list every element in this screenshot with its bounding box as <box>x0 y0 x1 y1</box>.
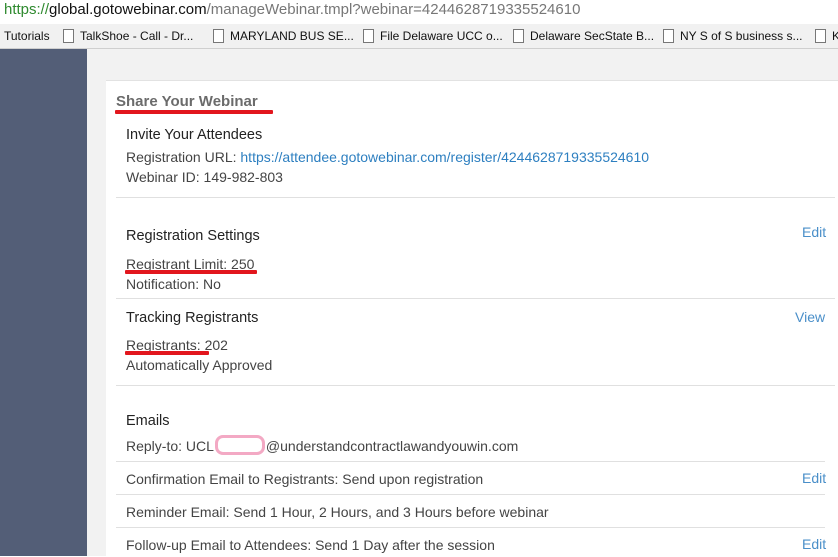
emails-heading: Emails <box>126 413 170 429</box>
registration-settings-edit-link[interactable]: Edit <box>802 224 826 240</box>
page-title: Share Your Webinar <box>116 93 258 110</box>
red-underline-annotation <box>125 351 209 355</box>
registration-url-link[interactable]: https://attendee.gotowebinar.com/registe… <box>240 149 649 165</box>
followup-email-edit-link[interactable]: Edit <box>802 536 826 552</box>
share-webinar-panel: Share Your Webinar Invite Your Attendees… <box>106 80 838 557</box>
divider <box>116 385 835 386</box>
divider <box>116 197 835 198</box>
divider <box>116 527 825 528</box>
reminder-email-setting: Reminder Email: Send 1 Hour, 2 Hours, an… <box>126 504 549 520</box>
address-bar[interactable]: https://global.gotowebinar.com/manageWeb… <box>0 0 838 22</box>
tracking-registrants-heading: Tracking Registrants <box>126 310 259 326</box>
bookmark-ny-sos-business[interactable]: NY S of S business s... <box>663 24 803 48</box>
bookmark-maryland-bus[interactable]: MARYLAND BUS SE... <box>213 24 354 48</box>
registration-url-row: Registration URL: https://attendee.gotow… <box>126 148 649 166</box>
page-icon <box>815 28 826 43</box>
reply-to-row: Reply-to: UCL @understandcontractlawandyo… <box>126 435 519 457</box>
bookmark-label: TalkShoe - Call - Dr... <box>80 29 194 43</box>
red-underline-annotation <box>115 110 273 114</box>
notification-setting: Notification: No <box>126 276 221 292</box>
registration-settings-heading: Registration Settings <box>126 228 260 244</box>
divider <box>116 298 835 299</box>
approval-status: Automatically Approved <box>126 357 273 373</box>
reply-to-domain: @understandcontractlawandyouwin.com <box>265 438 519 454</box>
page-icon <box>63 28 74 43</box>
bookmark-label: NY S of S business s... <box>680 29 803 43</box>
bookmark-talkshoe[interactable]: TalkShoe - Call - Dr... <box>63 24 193 48</box>
url-host: global.gotowebinar.com <box>49 1 207 18</box>
red-underline-annotation <box>125 270 257 274</box>
tracking-registrants-view-link[interactable]: View <box>795 309 825 325</box>
url-path: /manageWebinar.tmpl?webinar=424462871933… <box>206 1 581 18</box>
reply-to-prefix: Reply-to: UCL <box>126 438 214 454</box>
bookmark-label: Tutorials <box>4 29 50 43</box>
bookmark-label: K <box>832 29 838 43</box>
divider <box>116 461 825 462</box>
divider <box>116 494 825 495</box>
confirmation-email-setting: Confirmation Email to Registrants: Send … <box>126 471 484 487</box>
bookmark-label: Delaware SecState B... <box>530 29 655 43</box>
invite-heading: Invite Your Attendees <box>126 127 263 143</box>
left-nav-rail <box>0 49 87 556</box>
webinar-id: Webinar ID: 149-982-803 <box>126 169 283 185</box>
bookmark-delaware-secstate[interactable]: Delaware SecState B... <box>513 24 654 48</box>
redaction-mark <box>214 435 265 456</box>
confirmation-email-edit-link[interactable]: Edit <box>802 470 826 486</box>
url-scheme: https:// <box>4 1 50 18</box>
bookmark-label: File Delaware UCC o... <box>380 29 503 43</box>
bookmark-file-delaware-ucc[interactable]: File Delaware UCC o... <box>363 24 503 48</box>
page-icon <box>663 28 674 43</box>
followup-email-setting: Follow-up Email to Attendees: Send 1 Day… <box>126 537 495 553</box>
page-icon <box>363 28 374 43</box>
page-icon <box>513 28 524 43</box>
bookmark-label: MARYLAND BUS SE... <box>230 29 354 43</box>
page-icon <box>213 28 224 43</box>
registration-url-label: Registration URL: <box>126 149 237 165</box>
bookmark-k[interactable]: K <box>815 24 838 48</box>
bookmarks-bar: Tutorials TalkShoe - Call - Dr... MARYLA… <box>0 24 838 49</box>
bookmark-tutorials[interactable]: Tutorials <box>4 24 50 48</box>
